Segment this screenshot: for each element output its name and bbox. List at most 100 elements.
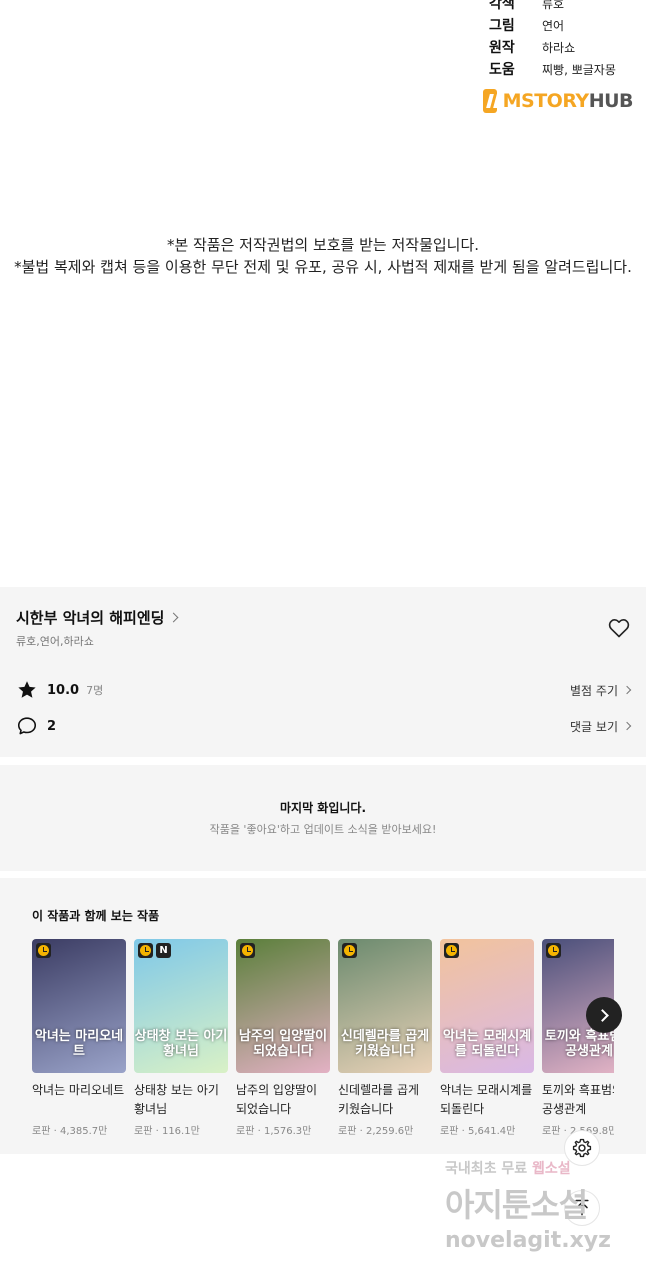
- card-meta: 로판 · 2,259.6만: [338, 1122, 432, 1137]
- cover-thumbnail: 상태창 보는 아기 황녀님 N: [134, 939, 228, 1073]
- comment-bubble-icon: [17, 717, 37, 735]
- recommendation-card[interactable]: 신데렐라를 곱게 키웠습니다 신데렐라를 곱게 키웠습니다 로판 · 2,259.6…: [338, 939, 432, 1137]
- card-genre: 로판: [338, 1126, 357, 1137]
- cover-thumbnail: 악녀는 마리오네트: [32, 939, 126, 1073]
- watermark-line-2: 아지툰소설: [445, 1186, 588, 1224]
- rate-button[interactable]: 별점 주기: [570, 682, 632, 699]
- credit-role: 각색: [489, 0, 515, 12]
- recommendation-card[interactable]: 악녀는 마리오네트 악녀는 마리오네트 로판 · 4,385.7만: [32, 939, 126, 1137]
- logo-text: MSTORYHUB: [502, 90, 634, 112]
- card-meta: 로판 · 5,641.4만: [440, 1122, 534, 1137]
- wait-free-clock-icon: [342, 943, 357, 958]
- cover-title-art: 남주의 입양딸이 되었습니다: [238, 1029, 328, 1059]
- chevron-right-icon: [169, 612, 179, 623]
- new-badge-icon: N: [156, 943, 171, 958]
- separator-dot: ·: [254, 1126, 264, 1137]
- wait-free-clock-icon: [36, 943, 51, 958]
- card-views: 5,641.4만: [467, 1126, 516, 1137]
- copyright-line-2: *불법 복제와 캡쳐 등을 이용한 무단 전제 및 유포, 공유 시, 사법적 …: [14, 258, 632, 276]
- card-meta: 로판 · 4,385.7만: [32, 1122, 126, 1137]
- recommendations-section: 이 작품과 함께 보는 작품 악녀는 마리오네트 악녀는 마리오네트 로판 · 4,…: [0, 878, 646, 1154]
- watermark-line-1a: 국내최초 무료: [445, 1161, 528, 1177]
- heart-outline-icon[interactable]: [606, 616, 632, 640]
- last-episode-subtitle: 작품을 '좋아요'하고 업데이트 소식을 받아보세요!: [209, 823, 437, 836]
- card-views: 2,259.6만: [365, 1126, 414, 1137]
- card-meta: 로판 · 116.1만: [134, 1122, 228, 1137]
- credit-name: 찌빵, 뽀글자몽: [542, 62, 616, 77]
- view-comments-label: 댓글 보기: [570, 719, 618, 734]
- chevron-right-icon: [622, 685, 632, 695]
- watermark: 국내최초 무료 웹소설 아지툰소설 novelagit.xyz: [445, 1158, 640, 1258]
- comment-row: 2 댓글 보기: [16, 715, 632, 737]
- view-comments-button[interactable]: 댓글 보기: [570, 718, 632, 735]
- rate-button-label: 별점 주기: [570, 683, 618, 698]
- card-title: 악녀는 마리오네트: [32, 1083, 125, 1097]
- cover-title-art: 신데렐라를 곱게 키웠습니다: [340, 1029, 430, 1059]
- last-episode-notice: 마지막 화입니다. 작품을 '좋아요'하고 업데이트 소식을 받아보세요!: [0, 765, 646, 871]
- rating-row: 10.0 7명 별점 주기: [16, 679, 632, 701]
- series-authors: 류호,연어,하라쇼: [16, 635, 94, 648]
- star-icon: [18, 681, 36, 698]
- card-views: 4,385.7만: [59, 1126, 108, 1137]
- card-title: 남주의 입양딸이 되었습니다: [236, 1083, 318, 1116]
- recommendation-card[interactable]: 토끼와 흑표범의 공생관계토끼와 흑표범의 공생관계로판 · 2,569.8만: [542, 939, 614, 1137]
- credit-role: 그림: [489, 18, 515, 34]
- cover-title-art: 악녀는 마리오네트: [34, 1029, 124, 1059]
- series-title-link[interactable]: 시한부 악녀의 해피엔딩: [16, 607, 179, 628]
- chevron-right-icon: [596, 1008, 609, 1022]
- separator-dot: ·: [50, 1126, 60, 1137]
- card-genre: 로판: [32, 1126, 51, 1137]
- card-title: 상태창 보는 아기 황녀님: [134, 1083, 219, 1116]
- recommendations-carousel: 악녀는 마리오네트 악녀는 마리오네트 로판 · 4,385.7만 상태창 보는 아기…: [32, 939, 614, 1149]
- logo-mark-icon: [483, 89, 497, 113]
- separator-dot: ·: [152, 1126, 162, 1137]
- wait-free-clock-icon: [546, 943, 561, 958]
- recommendations-heading: 이 작품과 함께 보는 작품: [32, 909, 160, 923]
- carousel-next-button[interactable]: [586, 997, 622, 1033]
- cover-title-art: 악녀는 모래시계를 되돌린다: [442, 1029, 532, 1059]
- copyright-notice: *본 작품은 저작권법의 보호를 받는 저작물입니다. *불법 복제와 캡쳐 등…: [0, 234, 646, 278]
- credit-row: 각색 류호: [489, 0, 646, 14]
- viewer-page: 각색 류호 그림 연어 원작 하라쇼 도움 찌빵, 뽀글자몽 MSTORYHUB…: [0, 0, 646, 1271]
- recommendation-card[interactable]: 악녀는 모래시계를 되돌린다 악녀는 모래시계를 되돌린다 로판 · 5,641.4…: [440, 939, 534, 1137]
- wait-free-clock-icon: [444, 943, 459, 958]
- card-genre: 로판: [440, 1126, 459, 1137]
- logo-main: MSTORY: [502, 90, 590, 112]
- card-genre: 로판: [236, 1126, 255, 1137]
- separator-dot: ·: [458, 1126, 468, 1137]
- card-meta: 로판 · 1,576.3만: [236, 1122, 330, 1137]
- cover-thumbnail: 신데렐라를 곱게 키웠습니다: [338, 939, 432, 1073]
- card-genre: 로판: [134, 1126, 153, 1137]
- card-views: 1,576.3만: [263, 1126, 312, 1137]
- credit-row: 도움 찌빵, 뽀글자몽: [489, 58, 646, 80]
- credit-name: 연어: [542, 18, 565, 33]
- rating-value: 10.0: [47, 682, 80, 698]
- cover-title-art: 상태창 보는 아기 황녀님: [134, 1029, 228, 1059]
- last-episode-title: 마지막 화입니다.: [279, 801, 367, 815]
- separator-dot: ·: [356, 1126, 366, 1137]
- credit-name: 하라쇼: [542, 40, 576, 55]
- watermark-line-3: novelagit.xyz: [445, 1228, 611, 1253]
- logo-suffix: HUB: [588, 90, 634, 112]
- gear-icon: [572, 1138, 592, 1158]
- watermark-line-1: 국내최초 무료 웹소설: [445, 1158, 640, 1178]
- chevron-right-icon: [622, 721, 632, 731]
- recommendation-card[interactable]: 남주의 입양딸이 되었습니다 남주의 입양딸이 되었습니다 로판 · 1,576.3…: [236, 939, 330, 1137]
- card-title: 신데렐라를 곱게 키웠습니다: [338, 1083, 420, 1116]
- card-views: 116.1만: [161, 1126, 200, 1137]
- credit-row: 그림 연어: [489, 14, 646, 36]
- rating-count: 7명: [86, 684, 104, 697]
- wait-free-clock-icon: [240, 943, 255, 958]
- comment-count: 2: [47, 718, 57, 734]
- credit-row: 원작 하라쇼: [489, 36, 646, 58]
- copyright-line-1: *본 작품은 저작권법의 보호를 받는 저작물입니다.: [166, 236, 480, 254]
- series-title: 시한부 악녀의 해피엔딩: [16, 609, 165, 627]
- credits-block: 각색 류호 그림 연어 원작 하라쇼 도움 찌빵, 뽀글자몽: [489, 0, 646, 80]
- card-title: 토끼와 흑표범의 공생관계: [542, 1083, 614, 1116]
- card-title: 악녀는 모래시계를 되돌린다: [440, 1083, 533, 1116]
- cover-thumbnail: 악녀는 모래시계를 되돌린다: [440, 939, 534, 1073]
- recommendation-card[interactable]: 상태창 보는 아기 황녀님 N 상태창 보는 아기 황녀님로판 · 116.1만: [134, 939, 228, 1137]
- watermark-line-1b: 웹소설: [532, 1161, 571, 1177]
- card-genre: 로판: [542, 1126, 561, 1137]
- cover-title-art: 토끼와 흑표범의 공생관계: [544, 1029, 614, 1059]
